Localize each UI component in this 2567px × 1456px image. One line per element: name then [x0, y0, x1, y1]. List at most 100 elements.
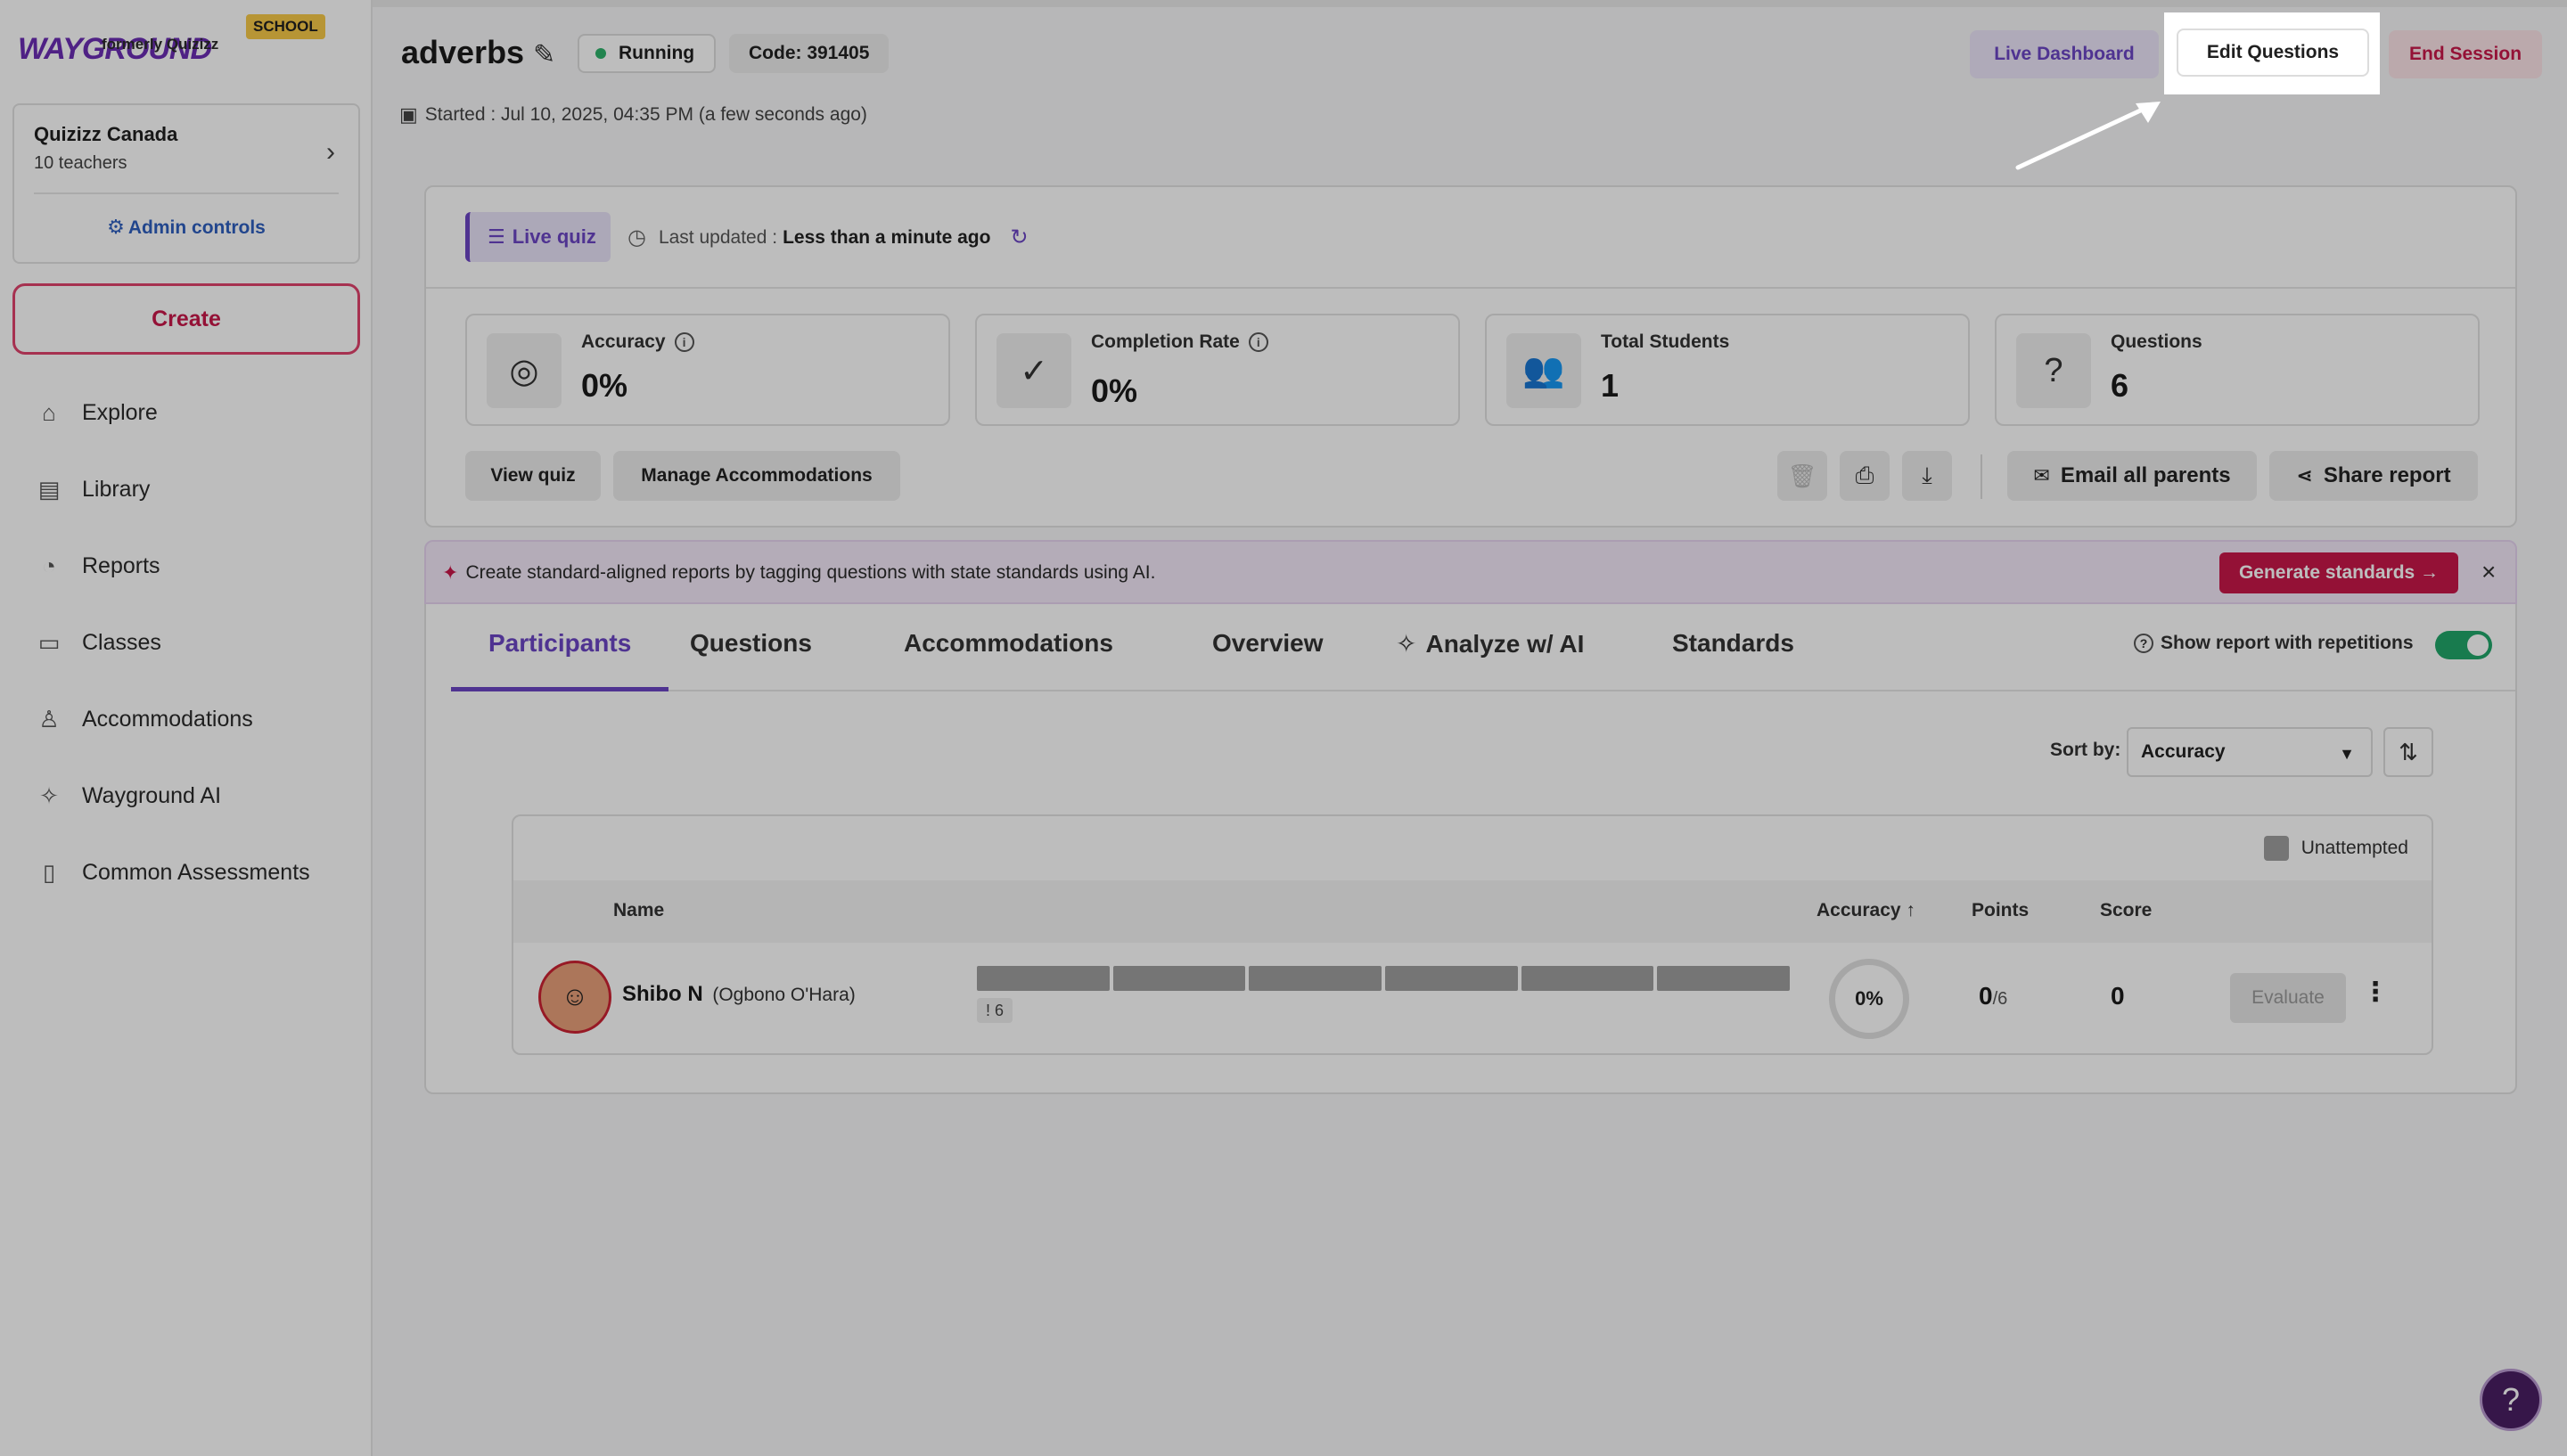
stat-questions: ? Questions 6 — [1995, 314, 2480, 426]
check-circle-icon: ✓ — [996, 333, 1071, 408]
tab-questions[interactable]: Questions — [690, 629, 812, 691]
tab-label: Analyze w/ AI — [1425, 630, 1585, 658]
org-teacher-count: 10 teachers — [34, 153, 127, 173]
sidebar-item-common-assessments[interactable]: ▯ Common Assessments — [0, 834, 373, 911]
question-segment[interactable] — [1385, 966, 1518, 991]
accuracy-ring: 0% — [1829, 959, 1909, 1039]
sidebar-item-label: Explore — [82, 399, 158, 425]
tab-participants[interactable]: Participants — [451, 629, 669, 691]
sidebar-item-label: Reports — [82, 552, 160, 578]
question-segment[interactable] — [1657, 966, 1791, 991]
stat-accuracy: ◎ Accuracy i 0% — [465, 314, 950, 426]
sort-direction-icon[interactable]: ⇅ — [2383, 727, 2433, 777]
sidebar-item-wayground-ai[interactable]: ✧ Wayground AI — [0, 757, 373, 834]
download-icon[interactable]: ⤓ — [1902, 451, 1952, 501]
manage-accommodations-button[interactable]: Manage Accommodations — [613, 451, 900, 501]
edit-questions-button[interactable]: Edit Questions — [2177, 29, 2369, 77]
running-dot-icon — [595, 48, 606, 59]
sidebar-item-label: Wayground AI — [82, 782, 222, 808]
page-title: adverbs — [401, 34, 525, 70]
admin-controls-link[interactable]: ⚙ Admin controls — [14, 216, 358, 239]
question-segment[interactable] — [1112, 966, 1246, 991]
sidebar-item-label: Common Assessments — [82, 859, 310, 885]
sort-select[interactable]: Accuracy ▼ — [2127, 727, 2373, 777]
participants-table: Unattempted Name Accuracy ↑ Points Score… — [512, 814, 2433, 1055]
unattempted-count-badge: ! 6 — [977, 998, 1013, 1023]
sidebar-item-reports[interactable]: ◔ Reports — [0, 528, 373, 604]
refresh-icon[interactable]: ↻ — [1010, 225, 1028, 250]
school-badge: SCHOOL — [246, 14, 325, 39]
last-updated: ◷ Last updated : Less than a minute ago … — [627, 225, 1029, 250]
clock-icon: ◷ — [627, 225, 646, 249]
table-header: Name Accuracy ↑ Points Score — [513, 880, 2432, 943]
report-summary-card: ☰ Live quiz ◷ Last updated : Less than a… — [424, 185, 2517, 528]
share-report-button[interactable]: ⋖ Share report — [2269, 451, 2478, 501]
status-badge: Running — [578, 34, 717, 73]
share-label: Share report — [2323, 463, 2451, 487]
info-icon[interactable]: i — [1248, 332, 1268, 352]
table-row[interactable]: ☺ Shibo N (Ogbono O'Hara) ! 6 0% 0/6 0 E… — [513, 943, 2432, 1053]
stat-value: 1 — [1601, 367, 1620, 404]
spotlight-highlight: Edit Questions — [2164, 12, 2380, 94]
generate-standards-button[interactable]: Generate standards → — [2219, 552, 2458, 593]
sort-up-icon: ↑ — [1906, 900, 1915, 920]
question-segment[interactable] — [1249, 966, 1382, 991]
stat-label: Questions — [2111, 331, 2202, 353]
legend-swatch — [2263, 836, 2289, 861]
reports-icon: ◔ — [42, 552, 56, 579]
live-dashboard-button[interactable]: Live Dashboard — [1970, 30, 2159, 78]
accommodations-icon: ♙ — [38, 705, 60, 732]
sidebar-item-accommodations[interactable]: ♙ Accommodations — [0, 681, 373, 757]
column-header-name[interactable]: Name — [613, 900, 664, 921]
sidebar-item-library[interactable]: ▤ Library — [0, 451, 373, 528]
stat-label-text: Accuracy — [581, 331, 666, 352]
toggle-knob — [2467, 634, 2489, 656]
sidebar: WAYGROUND formerly Quizizz SCHOOL Quiziz… — [0, 0, 373, 1456]
stat-label: Completion Rate i — [1091, 331, 1268, 353]
tab-overview[interactable]: Overview — [1212, 629, 1324, 691]
end-session-button[interactable]: End Session — [2389, 30, 2542, 78]
create-button[interactable]: Create — [12, 283, 360, 355]
session-code[interactable]: Code: 391405 — [729, 34, 890, 73]
close-icon[interactable]: × — [2481, 558, 2496, 586]
points-value: 0/6 — [1979, 982, 2007, 1010]
view-quiz-button[interactable]: View quiz — [465, 451, 601, 501]
score-value: 0 — [2111, 982, 2125, 1010]
home-icon: ⌂ — [42, 398, 56, 426]
tab-standards[interactable]: Standards — [1672, 629, 1794, 691]
column-header-accuracy[interactable]: Accuracy ↑ — [1817, 900, 1915, 921]
target-icon: ◎ — [487, 333, 562, 408]
clipboard-icon: ▯ — [42, 858, 56, 886]
admin-controls-label: Admin controls — [127, 217, 266, 238]
started-label: Started : Jul 10, 2025, 04:35 PM (a few … — [424, 104, 867, 125]
question-segment[interactable] — [1521, 966, 1654, 991]
sidebar-item-explore[interactable]: ⌂ Explore — [0, 374, 373, 451]
student-name[interactable]: Shibo N (Ogbono O'Hara) — [622, 982, 856, 1007]
tab-accommodations[interactable]: Accommodations — [904, 629, 1113, 691]
help-circle-icon: ? — [2134, 634, 2153, 653]
evaluate-button[interactable]: Evaluate — [2230, 973, 2346, 1023]
org-card[interactable]: Quizizz Canada 10 teachers › ⚙ Admin cont… — [12, 103, 360, 264]
question-progress-bar — [977, 966, 1791, 991]
stat-value: 0% — [581, 367, 628, 404]
tab-analyze-ai[interactable]: ✧ Analyze w/ AI — [1396, 629, 1584, 691]
sparkle-icon: ✧ — [1396, 630, 1417, 658]
top-divider — [373, 0, 2567, 7]
student-alias: (Ogbono O'Hara) — [712, 985, 856, 1005]
info-icon[interactable]: i — [674, 332, 694, 352]
print-icon[interactable]: ⎙ — [1840, 451, 1890, 501]
sidebar-item-classes[interactable]: ▭ Classes — [0, 604, 373, 681]
avatar: ☺ — [538, 961, 611, 1034]
email-all-parents-button[interactable]: ✉ Email all parents — [2007, 451, 2257, 501]
legend-label: Unattempted — [2300, 838, 2408, 858]
status-label: Running — [619, 43, 695, 63]
more-options-icon[interactable]: ⋮ — [2362, 977, 2389, 1008]
question-segment[interactable] — [977, 966, 1110, 991]
trash-icon[interactable]: 🗑 — [1777, 451, 1827, 501]
caret-down-icon: ▼ — [2339, 745, 2355, 763]
edit-title-icon[interactable]: ✎ — [533, 39, 555, 70]
repetitions-toggle[interactable] — [2435, 631, 2492, 659]
divider — [34, 192, 339, 194]
help-button[interactable]: ? — [2480, 1369, 2542, 1431]
banner-message: Create standard-aligned reports by taggi… — [465, 562, 1156, 583]
